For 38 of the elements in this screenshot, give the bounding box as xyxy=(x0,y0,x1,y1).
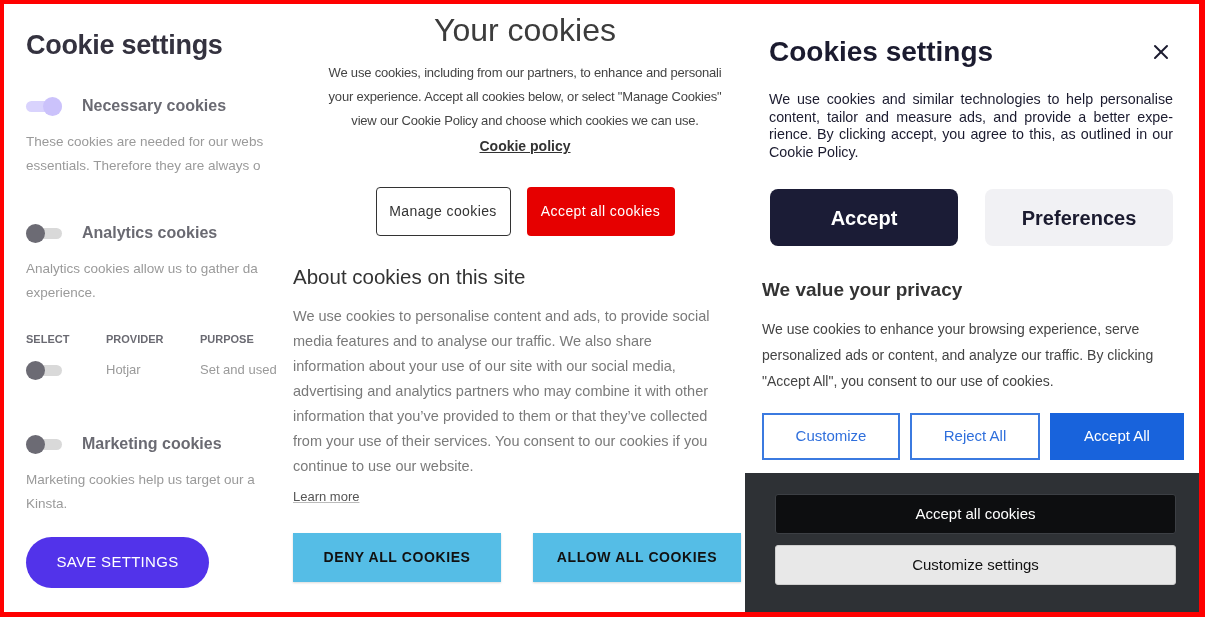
privacy-text: We use cookies to enhance your browsing experience, serve personalized ads or content, and analyze our traffic. By clicking "Accept All", you consent to our use of cookies. xyxy=(762,320,1155,391)
column-header: PROVIDER xyxy=(106,332,164,347)
accept-button[interactable]: Accept xyxy=(770,189,958,246)
dialog-title: Cookies settings xyxy=(769,35,994,69)
category-description: Marketing cookies help us target our a Kinsta. xyxy=(26,471,255,513)
privacy-title: We value your privacy xyxy=(762,278,963,302)
allow-all-button[interactable]: ALLOW ALL COOKIES xyxy=(533,533,741,582)
category-title: Analytics cookies xyxy=(82,223,218,243)
category-title: Marketing cookies xyxy=(82,434,222,454)
category-description: These cookies are needed for our webs essentials. Therefore they are always o xyxy=(26,133,264,175)
section-text: We use cookies to personalise content and ads, to provide social media features and to analyse our traffic. We also share information about your use of our site with our social media, advertising and analytics partners who may combine it with other information that you’ve provided to them or that they’ve collected from your use of their services. You consent to our cookies if you continue to use our website. xyxy=(293,307,711,476)
customize-button[interactable]: Customize xyxy=(762,413,900,460)
category-title: Necessary cookies xyxy=(82,96,227,116)
reject-all-button[interactable]: Reject All xyxy=(910,413,1040,460)
toggle-switch[interactable] xyxy=(26,96,62,116)
manage-cookies-button[interactable]: Manage cookies xyxy=(375,187,511,236)
preferences-button[interactable]: Preferences xyxy=(985,189,1173,246)
save-settings-button[interactable]: SAVE SETTINGS xyxy=(26,537,209,588)
panel-title: Cookie settings xyxy=(26,29,223,61)
dialog-text: We use cookies and similar technologies to help personalise content, tailor and measure ads, and provide a better expe-rience. By clicking accept, you agree to this, as outlined in our Cookie Policy. xyxy=(769,91,1173,161)
toggle-switch[interactable] xyxy=(26,360,62,380)
learn-more-link[interactable]: Learn more xyxy=(293,487,360,507)
section-heading: About cookies on this site xyxy=(293,264,526,290)
category-description: Analytics cookies allow us to gather da experience. xyxy=(26,260,258,302)
column-header: SELECT xyxy=(26,332,70,347)
accept-all-button[interactable]: Accept all cookies xyxy=(526,187,675,236)
deny-all-button[interactable]: DENY ALL COOKIES xyxy=(293,533,501,582)
customize-settings-button[interactable]: Customize settings xyxy=(775,545,1176,585)
banner-title: Your cookies xyxy=(433,11,616,50)
toggle-switch[interactable] xyxy=(26,223,62,243)
accept-all-button[interactable]: Accept All xyxy=(1050,413,1184,460)
banner-text: We use cookies, including from our partners, to enhance and personali your experience. Accept all cookies below, or select "Manage Cookies" view our Cookie Policy and choose which cookies we can use. xyxy=(328,64,722,130)
toggle-switch[interactable] xyxy=(26,434,62,454)
column-header: PURPOSE xyxy=(200,332,254,347)
table-cell-text: Hotjar xyxy=(106,361,141,379)
table-cell-text: Set and used xyxy=(200,361,277,379)
cookie-policy-link[interactable]: Cookie policy xyxy=(479,134,571,158)
accept-all-cookies-button[interactable]: Accept all cookies xyxy=(775,494,1176,534)
